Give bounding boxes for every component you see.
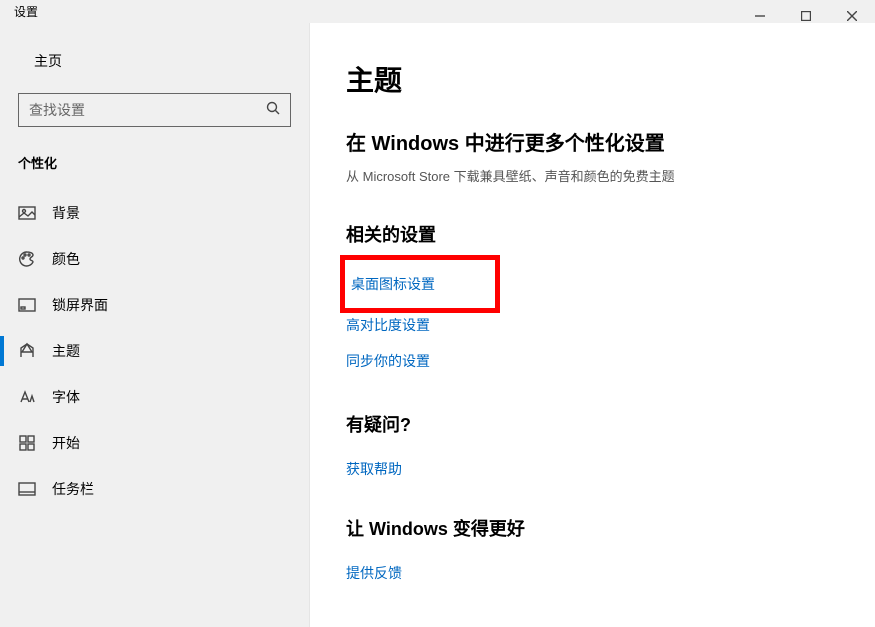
sidebar-item-fonts[interactable]: 字体 bbox=[0, 374, 309, 420]
close-button[interactable] bbox=[829, 0, 875, 32]
sidebar-home[interactable]: 主页 bbox=[0, 41, 309, 81]
page-title: 主题 bbox=[346, 59, 839, 99]
related-settings-heading: 相关的设置 bbox=[346, 221, 839, 247]
palette-icon bbox=[18, 250, 36, 268]
font-icon bbox=[18, 388, 36, 406]
sidebar-item-taskbar[interactable]: 任务栏 bbox=[0, 466, 309, 512]
search-input[interactable] bbox=[29, 102, 230, 118]
sidebar-item-label: 主题 bbox=[52, 341, 80, 361]
sidebar-item-colors[interactable]: 颜色 bbox=[0, 236, 309, 282]
maximize-button[interactable] bbox=[783, 0, 829, 32]
main-container: 主页 个性化 背景 颜色 锁屏界面 主题 字体 bbox=[0, 23, 875, 627]
sidebar-item-start[interactable]: 开始 bbox=[0, 420, 309, 466]
content-area: 主题 在 Windows 中进行更多个性化设置 从 Microsoft Stor… bbox=[310, 23, 875, 627]
sidebar-item-lockscreen[interactable]: 锁屏界面 bbox=[0, 282, 309, 328]
sidebar-item-label: 字体 bbox=[52, 387, 80, 407]
sidebar: 主页 个性化 背景 颜色 锁屏界面 主题 字体 bbox=[0, 23, 310, 627]
sidebar-item-label: 锁屏界面 bbox=[52, 295, 108, 315]
window-controls bbox=[737, 0, 875, 32]
sidebar-item-label: 开始 bbox=[52, 433, 80, 453]
sidebar-section-label: 个性化 bbox=[0, 145, 309, 190]
window-title: 设置 bbox=[0, 3, 38, 20]
start-icon bbox=[18, 434, 36, 452]
link-feedback[interactable]: 提供反馈 bbox=[346, 555, 839, 591]
search-icon bbox=[266, 101, 280, 120]
link-get-help[interactable]: 获取帮助 bbox=[346, 451, 839, 487]
more-settings-text: 从 Microsoft Store 下载兼具壁纸、声音和颜色的免费主题 bbox=[346, 166, 839, 185]
taskbar-icon bbox=[18, 480, 36, 498]
more-settings-heading: 在 Windows 中进行更多个性化设置 bbox=[346, 127, 839, 156]
minimize-button[interactable] bbox=[737, 0, 783, 32]
image-icon bbox=[18, 204, 36, 222]
related-links: 桌面图标设置 高对比度设置 同步你的设置 bbox=[346, 261, 839, 379]
sidebar-home-label: 主页 bbox=[34, 51, 62, 71]
sidebar-item-label: 任务栏 bbox=[52, 479, 94, 499]
lockscreen-icon bbox=[18, 296, 36, 314]
link-desktop-icon-settings[interactable]: 桌面图标设置 bbox=[351, 266, 435, 302]
titlebar: 设置 bbox=[0, 0, 875, 23]
question-block: 有疑问? 获取帮助 bbox=[346, 411, 839, 487]
search-box[interactable] bbox=[18, 93, 291, 127]
sidebar-item-label: 颜色 bbox=[52, 249, 80, 269]
theme-icon bbox=[18, 342, 36, 360]
improve-heading: 让 Windows 变得更好 bbox=[346, 515, 839, 541]
question-heading: 有疑问? bbox=[346, 411, 839, 437]
link-sync-settings[interactable]: 同步你的设置 bbox=[346, 343, 839, 379]
sidebar-item-label: 背景 bbox=[52, 203, 80, 223]
highlight-annotation: 桌面图标设置 bbox=[340, 255, 500, 313]
sidebar-item-background[interactable]: 背景 bbox=[0, 190, 309, 236]
sidebar-item-themes[interactable]: 主题 bbox=[0, 328, 309, 374]
